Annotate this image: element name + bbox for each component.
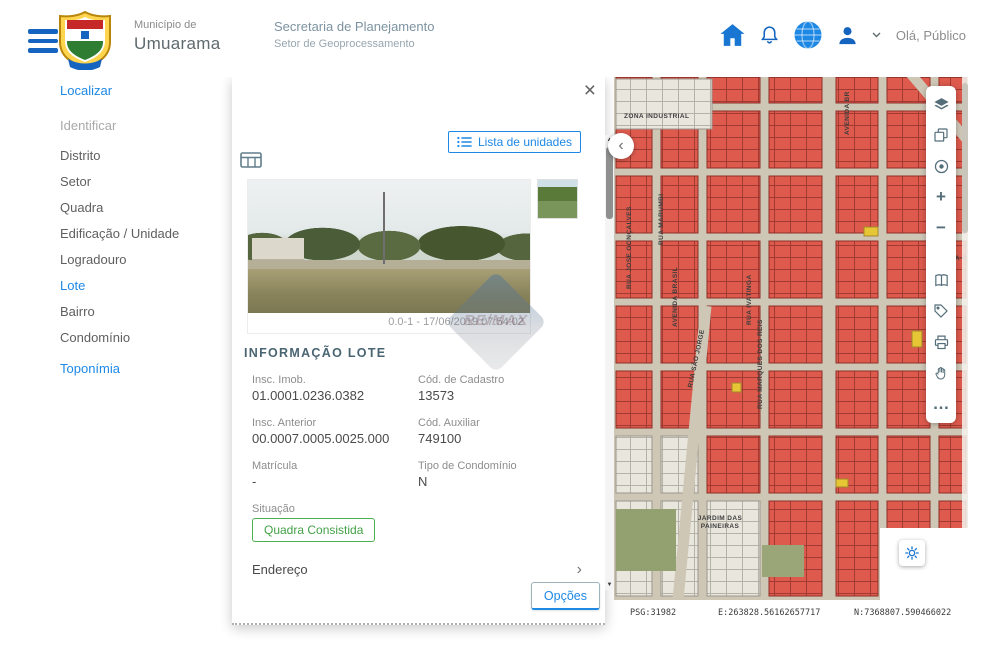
print-icon[interactable] (932, 333, 950, 351)
field-situacao: Situação Quadra Consistida (252, 504, 418, 542)
field-cod-cadastro: Cód. de Cadastro 13573 (418, 375, 588, 402)
photo-caption: 0.0-1 - 17/06/2019 07:54:02 (248, 313, 530, 333)
field-label: Cód. Auxiliar (418, 418, 588, 429)
measure-tag-icon[interactable] (932, 302, 950, 320)
field-label: Situação (252, 504, 418, 515)
field-tipo-condominio: Tipo de Condomínio N (418, 461, 588, 488)
projection-value: PSG:31982 (630, 608, 676, 618)
options-button[interactable]: Opções (531, 582, 600, 610)
sidebar-item-edificacao[interactable]: Edificação / Unidade (60, 227, 232, 240)
sidebar-item-distrito[interactable]: Distrito (60, 149, 232, 162)
sidebar-item-toponimia[interactable]: Toponímia (60, 362, 232, 375)
app-header: Município de Umuarama Secretaria de Plan… (0, 0, 1000, 77)
lot-photo[interactable] (248, 180, 530, 313)
photo-thumbnail[interactable] (537, 179, 578, 219)
easting-value: E:263828.56162657717 (718, 608, 820, 618)
zoom-in-icon[interactable]: + (932, 188, 950, 206)
field-label: Cód. de Cadastro (418, 375, 588, 386)
chevron-right-icon: › (577, 563, 582, 577)
list-icon (457, 136, 472, 148)
map-scrollbar[interactable] (962, 77, 968, 600)
scroll-down-icon[interactable]: ▼ (605, 582, 614, 588)
field-cod-auxiliar: Cód. Auxiliar 749100 (418, 418, 588, 445)
legend-book-icon[interactable] (932, 271, 950, 289)
endereco-expander[interactable]: Endereço › (252, 562, 582, 577)
sidebar-nav: Localizar Identificar Distrito Setor Qua… (60, 84, 232, 388)
department-name: Secretaria de Planejamento (274, 19, 434, 34)
chevron-down-icon[interactable] (872, 32, 881, 38)
info-section-title: INFORMAÇÃO LOTE (244, 346, 386, 360)
globe-icon[interactable] (793, 20, 823, 50)
lot-photo-frame: 0.0-1 - 17/06/2019 07:54:02 (247, 179, 531, 334)
orientation-icon[interactable] (932, 157, 950, 175)
gear-icon (904, 545, 920, 561)
sector-name: Setor de Geoprocessamento (274, 38, 434, 50)
municipal-coat-of-arms (56, 10, 114, 70)
municipality-title: Município de Umuarama (134, 19, 220, 54)
coordinates-statusbar: PSG:31982 E:263828.56162657717 N:7368807… (614, 600, 968, 624)
app-root: Município de Umuarama Secretaria de Plan… (0, 0, 1000, 667)
photo-ground (248, 269, 530, 313)
menu-button[interactable] (28, 29, 58, 58)
sidebar-item-quadra[interactable]: Quadra (60, 201, 232, 214)
field-value: N (418, 475, 588, 488)
department-title: Secretaria de Planejamento Setor de Geop… (274, 19, 434, 50)
close-icon[interactable]: × (584, 79, 596, 103)
field-insc-imob: Insc. Imob. 01.0001.0236.0382 (252, 375, 418, 402)
map-toolbar: + − (926, 86, 956, 423)
unit-list-button[interactable]: Lista de unidades (448, 131, 581, 153)
lot-fields-grid: Insc. Imob. 01.0001.0236.0382 Cód. de Ca… (252, 375, 588, 558)
notifications-bell-icon[interactable] (759, 24, 780, 46)
northing-value: N:7368807.590466022 (854, 608, 951, 618)
field-insc-anterior: Insc. Anterior 00.0007.0005.0025.000 (252, 418, 418, 445)
user-account-icon[interactable] (836, 24, 859, 47)
user-greeting: Olá, Público (896, 28, 966, 43)
sidebar-section-identificar: Identificar (60, 119, 232, 132)
map-settings-button[interactable] (899, 540, 925, 566)
map-scrollbar-thumb[interactable] (962, 83, 968, 233)
sidebar-item-localizar[interactable]: Localizar (60, 84, 232, 97)
field-label: Insc. Anterior (252, 418, 418, 429)
field-value: 749100 (418, 432, 588, 445)
field-value: - (252, 475, 418, 488)
field-label: Insc. Imob. (252, 375, 418, 386)
unit-list-button-label: Lista de unidades (478, 135, 572, 149)
lot-info-panel: × Lista de unidades (232, 77, 605, 625)
municipality-label: Município de (134, 19, 220, 31)
photo-pole (383, 192, 385, 264)
cadastral-map (614, 77, 968, 600)
basemap-layers-icon[interactable] (932, 126, 950, 144)
zoom-out-icon[interactable]: − (932, 219, 950, 237)
sidebar-item-lote[interactable]: Lote (60, 279, 232, 292)
field-value: 13573 (418, 389, 588, 402)
field-matricula: Matrícula - (252, 461, 418, 488)
pan-hand-icon[interactable] (932, 364, 950, 382)
table-grid-icon[interactable] (240, 152, 262, 173)
endereco-label: Endereço (252, 562, 308, 577)
status-badge: Quadra Consistida (252, 518, 375, 542)
map-canvas[interactable]: ZONA INDUSTRIAL RUA MARUMBI AVENIDA BR R… (614, 77, 968, 600)
sidebar-item-condominio[interactable]: Condomínio (60, 331, 232, 344)
field-value: 00.0007.0005.0025.000 (252, 432, 418, 445)
map-column: ZONA INDUSTRIAL RUA MARUMBI AVENIDA BR R… (614, 77, 968, 624)
more-options-icon[interactable]: … (932, 395, 950, 413)
municipality-name: Umuarama (134, 34, 220, 54)
home-icon[interactable] (719, 23, 746, 47)
layers-icon[interactable] (932, 95, 950, 113)
header-actions: Olá, Público (719, 20, 966, 50)
sidebar-item-logradouro[interactable]: Logradouro (60, 253, 232, 266)
collapse-panel-button[interactable]: ‹ (608, 133, 634, 159)
sidebar-item-bairro[interactable]: Bairro (60, 305, 232, 318)
sidebar-item-setor[interactable]: Setor (60, 175, 232, 188)
field-label: Tipo de Condomínio (418, 461, 588, 472)
panel-scrollbar[interactable]: ▲ ▼ (605, 135, 614, 590)
field-value: 01.0001.0236.0382 (252, 389, 418, 402)
field-label: Matrícula (252, 461, 418, 472)
